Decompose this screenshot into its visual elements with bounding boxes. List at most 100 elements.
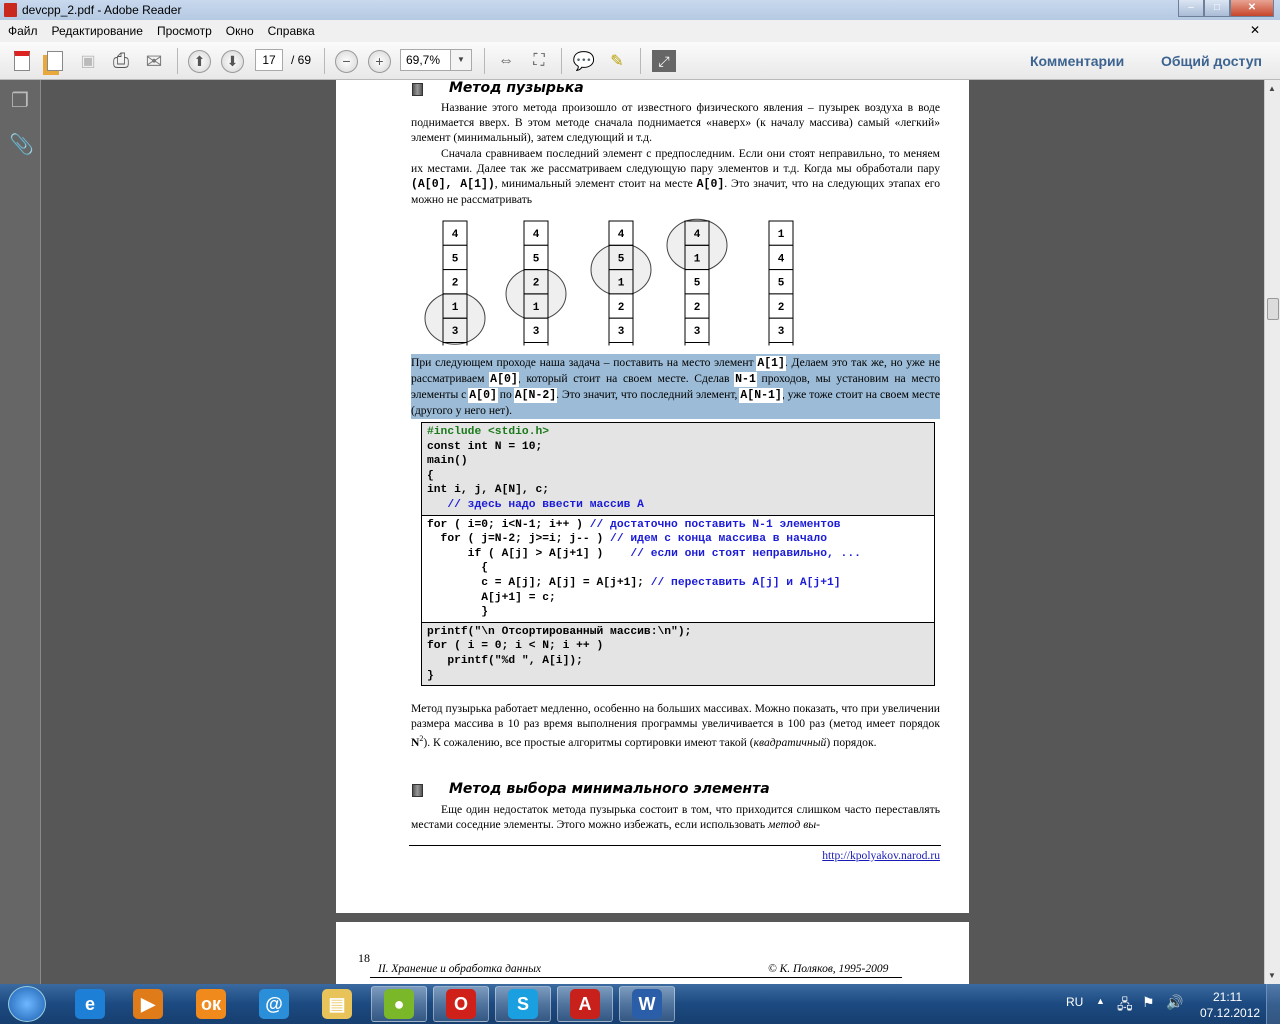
code-text: printf("%d ", A[i]); — [427, 654, 583, 667]
print-icon[interactable]: ⎙ — [109, 50, 133, 72]
taskbar-word-button[interactable]: W — [619, 986, 675, 1022]
code-text: main() — [427, 455, 468, 468]
minimize-button[interactable]: – — [1178, 0, 1204, 17]
paragraph: Метод пузырька работает медленно, особен… — [411, 702, 940, 749]
taskbar-adobe-reader-button[interactable]: A — [557, 986, 613, 1022]
attachments-icon[interactable]: 📎 — [9, 132, 34, 156]
clock-time[interactable]: 21:11 — [1213, 990, 1242, 1004]
pdf-page-next: 18 II. Хранение и обработка данных © К. … — [336, 922, 969, 984]
menu-window[interactable]: Окно — [226, 24, 254, 38]
fit-page-icon[interactable]: ⛶ — [527, 50, 551, 72]
taskbar-odnoklassniki-button[interactable]: ок — [183, 986, 239, 1022]
action-center-flag-icon[interactable]: ⚑ — [1142, 994, 1155, 1011]
chromium-icon: ● — [384, 989, 414, 1019]
create-pdf-icon[interactable] — [10, 50, 34, 72]
taskbar-media-player-button[interactable]: ▶ — [120, 986, 176, 1022]
vertical-scrollbar[interactable]: ▲ ▼ — [1264, 80, 1280, 984]
paragraph: Еще один недостаток метода пузырька сост… — [411, 803, 940, 831]
footer-link[interactable]: http://kpolyakov.narod.ru — [822, 848, 940, 863]
code-line: if ( A[j] > A[j+1] ) // если они стоят н… — [427, 547, 929, 562]
code-listing: #include <stdio.h> const int N = 10; main(… — [421, 422, 935, 686]
array-cell-value: 1 — [778, 229, 785, 241]
taskbar-mail-button[interactable]: @ — [246, 986, 302, 1022]
expand-icon[interactable]: ⤢ — [652, 50, 676, 72]
array-cell-value: 1 — [533, 302, 540, 314]
clock-date[interactable]: 07.12.2012 — [1200, 1006, 1260, 1020]
highlight-text-icon[interactable]: ✎ — [605, 50, 629, 72]
code-text: printf("\n Отсортированный массив:\n"); — [427, 625, 692, 638]
comment-icon[interactable]: 💬 — [572, 50, 596, 72]
array-cell-value: 1 — [452, 302, 459, 314]
taskbar-explorer-button[interactable]: ▤ — [309, 986, 365, 1022]
book-icon — [412, 784, 423, 797]
close-button[interactable]: ✕ — [1230, 0, 1274, 17]
code-line: #include <stdio.h> — [427, 425, 929, 440]
email-icon[interactable]: ✉ — [142, 50, 166, 73]
page-number-input[interactable]: 17 — [255, 49, 283, 71]
mail-icon: @ — [259, 989, 289, 1019]
network-icon[interactable]: 🖧 — [1117, 994, 1133, 1018]
array-column: 4 5 2 1 3 — [505, 220, 567, 346]
show-hidden-icons[interactable]: ▲ — [1096, 996, 1105, 1006]
taskbar-skype-button[interactable]: S — [495, 986, 551, 1022]
taskbar-opera-button[interactable]: O — [433, 986, 489, 1022]
language-indicator[interactable]: RU — [1066, 995, 1083, 1009]
array-column: 4 5 1 2 3 — [590, 220, 652, 346]
page-total: / 69 — [291, 53, 312, 67]
header-left: II. Хранение и обработка данных — [378, 963, 541, 975]
code-comment: // идем с конца массива в начало — [610, 533, 827, 546]
taskbar-chromium-button[interactable]: ● — [371, 986, 427, 1022]
maximize-button[interactable]: □ — [1204, 0, 1230, 17]
show-desktop-button[interactable] — [1266, 984, 1280, 1024]
menu-view[interactable]: Просмотр — [157, 24, 212, 38]
taskbar-internet-explorer-button[interactable]: e — [62, 986, 118, 1022]
code-text: #include <stdio.h> — [427, 426, 550, 438]
previous-page-button[interactable]: ⬆ — [188, 50, 211, 73]
scrollbar-thumb[interactable] — [1267, 298, 1279, 320]
array-cell-value: 1 — [618, 278, 625, 290]
array-cell-value: 2 — [618, 302, 625, 314]
scroll-up-icon[interactable]: ▲ — [1268, 84, 1276, 93]
opera-icon: O — [446, 989, 476, 1019]
open-file-icon[interactable] — [43, 50, 67, 72]
close-document-icon[interactable]: ✕ — [1250, 23, 1260, 37]
save-icon[interactable]: ▣ — [76, 50, 100, 72]
array-cell-value: 4 — [618, 229, 625, 241]
code-line: int i, j, A[N], c; — [427, 483, 929, 498]
media-player-icon: ▶ — [133, 989, 163, 1019]
array-cell-value: 4 — [694, 229, 701, 241]
array-column: 1 4 5 2 3 — [768, 220, 794, 346]
chevron-down-icon[interactable]: ▼ — [450, 49, 472, 71]
code-line: } — [427, 669, 929, 684]
zoom-out-button[interactable]: − — [335, 50, 358, 73]
code-text: if ( A[j] > A[j+1] ) — [427, 547, 631, 560]
array-cell-value: 2 — [533, 278, 540, 290]
code-line: { — [427, 561, 929, 576]
code-line: A[j+1] = c; — [427, 591, 929, 606]
zoom-value[interactable]: 69,7% — [406, 50, 448, 70]
share-button[interactable]: Общий доступ — [1161, 53, 1262, 69]
pages-icon[interactable]: ❐ — [9, 88, 31, 112]
code-line: for ( i = 0; i < N; i ++ ) — [427, 639, 929, 654]
word-icon: W — [632, 989, 662, 1019]
zoom-in-button[interactable]: + — [368, 50, 391, 73]
code-text: for ( i=0; i<N-1; i++ ) — [427, 518, 590, 531]
scroll-down-icon[interactable]: ▼ — [1268, 971, 1276, 980]
fit-width-icon[interactable]: ⇔ — [494, 50, 518, 72]
array-cell-value: 3 — [694, 326, 701, 338]
code-line: printf("%d ", A[i]); — [427, 654, 929, 669]
next-page-button[interactable]: ⬇ — [221, 50, 244, 73]
code-line: { — [427, 469, 929, 484]
code-line: main() — [427, 454, 929, 469]
menu-edit[interactable]: Редактирование — [52, 24, 143, 38]
comments-button[interactable]: Комментарии — [1030, 53, 1124, 69]
navigation-pane: ❐ 📎 — [0, 80, 41, 984]
menu-help[interactable]: Справка — [268, 24, 315, 38]
start-button[interactable] — [8, 986, 46, 1022]
adobe-pdf-icon — [4, 3, 17, 17]
menu-file[interactable]: Файл — [8, 24, 38, 38]
code-comment: // если они стоят неправильно, ... — [630, 547, 861, 560]
code-text: c = A[j]; A[j] = A[j+1]; — [427, 576, 651, 589]
volume-icon[interactable]: 🔊 — [1166, 994, 1183, 1011]
